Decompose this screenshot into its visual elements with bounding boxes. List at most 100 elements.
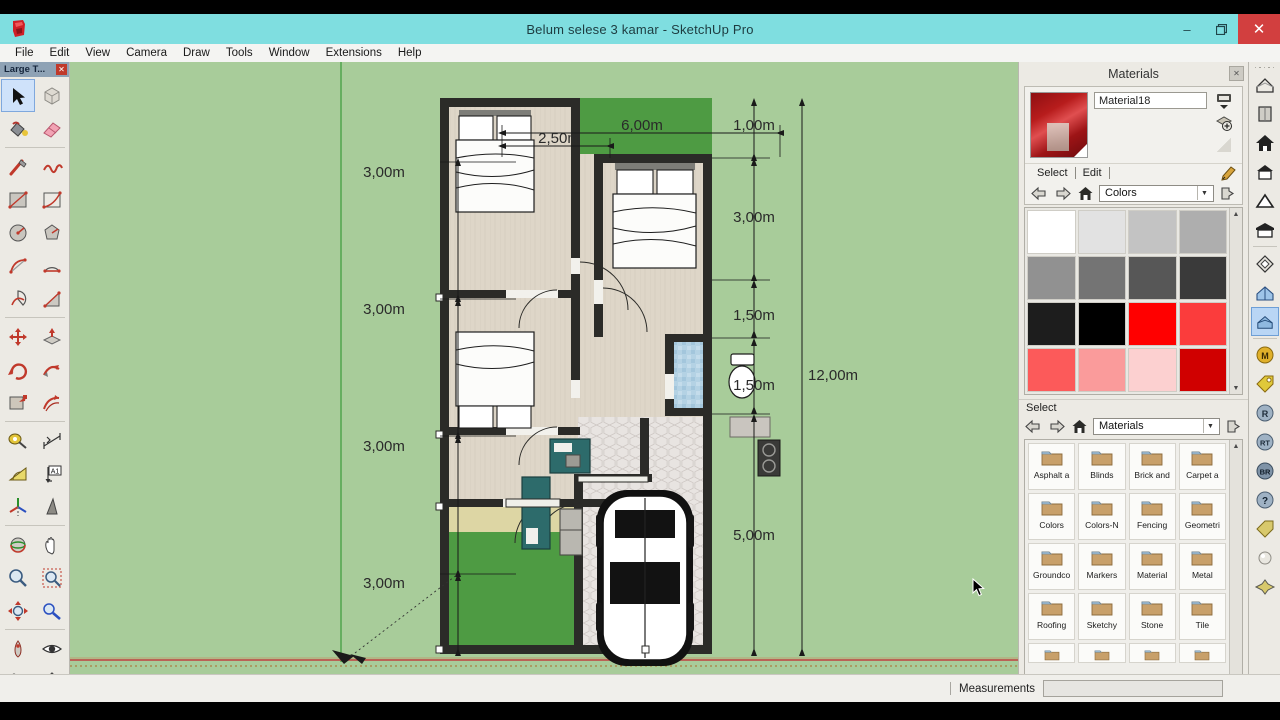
pushpull-tool[interactable] xyxy=(35,320,69,353)
move-tool[interactable] xyxy=(1,320,35,353)
model-viewport[interactable]: 6,00m 2,50m 3,00m 3,00m 3,00m 3,00m 1,00… xyxy=(70,62,1018,674)
arrow-left-icon[interactable] xyxy=(1030,184,1049,202)
badge-rt-icon[interactable]: RT xyxy=(1251,428,1279,457)
folder-item[interactable]: Tile xyxy=(1178,593,1226,640)
color-swatch[interactable] xyxy=(1077,302,1126,346)
badge-br-icon[interactable]: BR xyxy=(1251,457,1279,486)
menu-extensions[interactable]: Extensions xyxy=(318,44,390,62)
rectangle-tool[interactable] xyxy=(1,183,35,216)
shadows-icon[interactable] xyxy=(1250,307,1279,336)
color-swatch[interactable] xyxy=(1077,210,1126,254)
chevron-down-icon[interactable]: ▼ xyxy=(1203,419,1217,433)
arrow-right-icon[interactable] xyxy=(1053,184,1072,202)
folder-item[interactable] xyxy=(1178,643,1226,663)
dimension-tool[interactable] xyxy=(35,424,69,457)
material-name-input[interactable]: Material18 xyxy=(1094,92,1207,109)
menu-help[interactable]: Help xyxy=(390,44,430,62)
color-swatch[interactable] xyxy=(1027,256,1076,300)
menu-draw[interactable]: Draw xyxy=(175,44,218,62)
orbit-tool[interactable] xyxy=(1,528,35,561)
select-tool[interactable] xyxy=(1,79,35,112)
folder-item[interactable]: Metal xyxy=(1178,543,1226,590)
folder-item[interactable]: Colors-N xyxy=(1078,493,1126,540)
color-swatch[interactable] xyxy=(1178,256,1227,300)
sphere-icon[interactable] xyxy=(1251,544,1279,573)
display-secondary-selection-icon[interactable] xyxy=(1213,92,1235,111)
folder-item[interactable] xyxy=(1078,643,1126,663)
offset-tool[interactable] xyxy=(35,386,69,419)
folder-item[interactable]: Groundco xyxy=(1028,543,1076,590)
paint-bucket-tool[interactable] xyxy=(1,112,35,145)
style-wireframe-icon[interactable] xyxy=(1251,128,1279,157)
tab-edit[interactable]: Edit xyxy=(1076,167,1109,179)
follow-me-tool[interactable] xyxy=(35,353,69,386)
color-swatch[interactable] xyxy=(1077,348,1126,392)
circle-tool[interactable] xyxy=(1,216,35,249)
create-material-icon[interactable] xyxy=(1213,114,1235,133)
details-arrow-icon[interactable] xyxy=(1224,417,1243,435)
color-swatch[interactable] xyxy=(1178,302,1227,346)
zoom-extents-tool[interactable] xyxy=(1,594,35,627)
polygon-tool[interactable] xyxy=(35,216,69,249)
home-icon[interactable] xyxy=(1070,417,1089,435)
pie-tool[interactable] xyxy=(1,282,35,315)
menu-tools[interactable]: Tools xyxy=(218,44,261,62)
minimize-button[interactable]: – xyxy=(1170,14,1204,44)
measurements-input[interactable] xyxy=(1043,680,1224,697)
folder-grid-scrollbar[interactable]: ▲ ▼ xyxy=(1229,440,1242,686)
scroll-up-icon[interactable]: ▲ xyxy=(1230,440,1243,452)
folder-item[interactable]: Fencing xyxy=(1128,493,1176,540)
zoom-tool[interactable] xyxy=(1,561,35,594)
text-tool[interactable]: A1 xyxy=(35,457,69,490)
color-swatch[interactable] xyxy=(1178,210,1227,254)
details-arrow-icon[interactable] xyxy=(1218,184,1237,202)
arc-tool[interactable] xyxy=(1,249,35,282)
close-button[interactable]: ✕ xyxy=(1238,14,1280,44)
color-swatch[interactable] xyxy=(1128,210,1177,254)
eyedropper-icon[interactable] xyxy=(1220,166,1236,186)
badge-r-icon[interactable]: R xyxy=(1251,399,1279,428)
style-shaded-texture-icon[interactable] xyxy=(1251,215,1279,244)
pan-tool[interactable] xyxy=(35,528,69,561)
zoom-window-tool[interactable] xyxy=(35,561,69,594)
section-plane-display-icon[interactable] xyxy=(1251,249,1279,278)
line-tool[interactable] xyxy=(1,150,35,183)
previous-view-tool[interactable] xyxy=(35,594,69,627)
position-camera-tool[interactable] xyxy=(1,632,35,665)
protractor-tool[interactable] xyxy=(1,457,35,490)
menu-view[interactable]: View xyxy=(77,44,118,62)
home-icon[interactable] xyxy=(1076,184,1095,202)
rotate-tool[interactable] xyxy=(1,353,35,386)
axes-tool[interactable] xyxy=(1,490,35,523)
section-cut-display-icon[interactable] xyxy=(1251,278,1279,307)
tab-select[interactable]: Select xyxy=(1030,167,1075,179)
style-shaded-icon[interactable] xyxy=(1251,186,1279,215)
menu-file[interactable]: File xyxy=(7,44,42,62)
menu-camera[interactable]: Camera xyxy=(118,44,175,62)
menu-edit[interactable]: Edit xyxy=(42,44,78,62)
folder-item[interactable]: Stone xyxy=(1128,593,1176,640)
folder-item[interactable]: Markers xyxy=(1078,543,1126,590)
folder-item[interactable]: Asphalt a xyxy=(1028,443,1076,490)
style-xray-icon[interactable] xyxy=(1251,70,1279,99)
material-preview-swatch[interactable] xyxy=(1030,92,1088,158)
make-component-tool[interactable] xyxy=(35,79,69,112)
folder-item[interactable]: Sketchy xyxy=(1078,593,1126,640)
color-swatch[interactable] xyxy=(1077,256,1126,300)
look-around-tool[interactable] xyxy=(35,632,69,665)
color-swatch[interactable] xyxy=(1027,348,1076,392)
color-swatch[interactable] xyxy=(1128,302,1177,346)
arrow-left-icon[interactable] xyxy=(1024,417,1043,435)
chevron-down-icon[interactable]: ▼ xyxy=(1197,186,1211,200)
toolbar-close-button[interactable]: ✕ xyxy=(56,64,67,75)
badge-label-icon[interactable] xyxy=(1251,515,1279,544)
library-select[interactable]: Colors ▼ xyxy=(1099,184,1214,202)
explode-icon[interactable] xyxy=(1251,573,1279,602)
scroll-down-icon[interactable]: ▼ xyxy=(1230,382,1243,394)
badge-m-icon[interactable]: M xyxy=(1251,341,1279,370)
color-swatch[interactable] xyxy=(1128,256,1177,300)
color-swatch[interactable] xyxy=(1178,348,1227,392)
scale-tool[interactable] xyxy=(1,386,35,419)
folder-item[interactable]: Roofing xyxy=(1028,593,1076,640)
two-point-arc-tool[interactable] xyxy=(35,249,69,282)
